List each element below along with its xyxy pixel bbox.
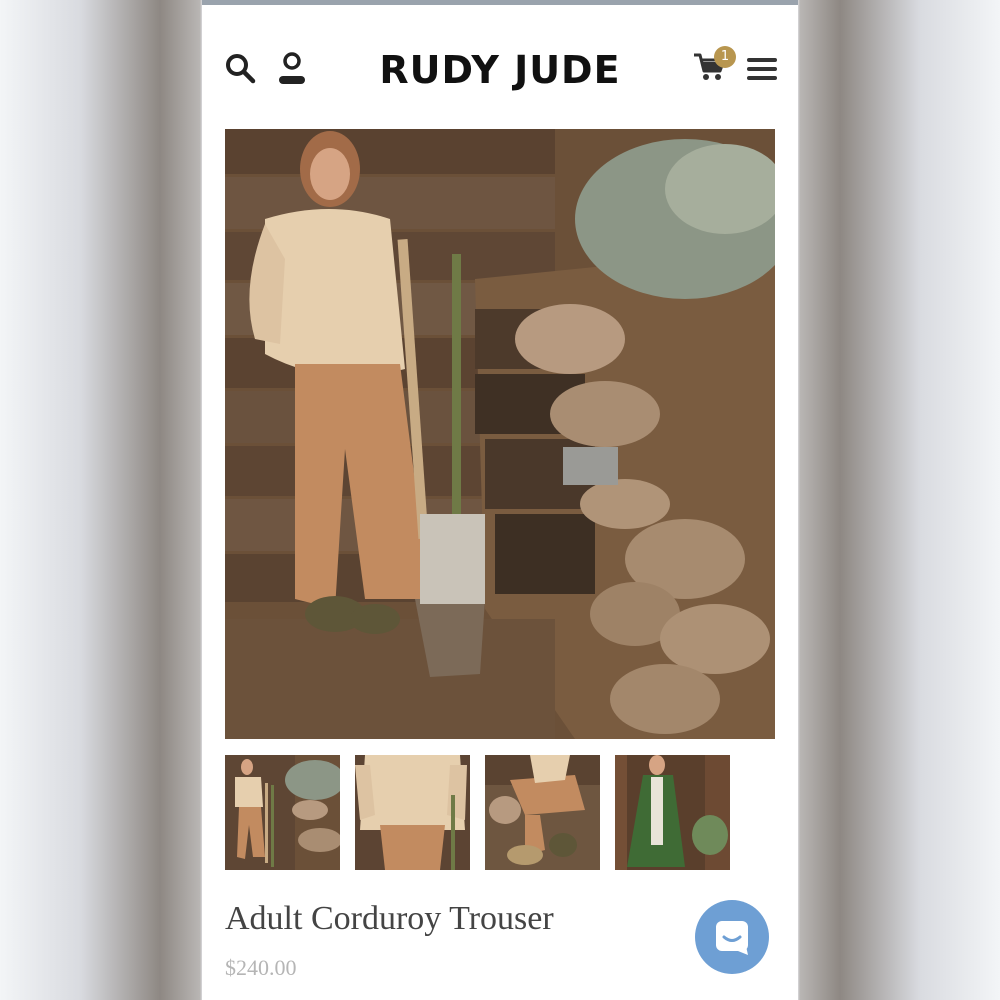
thumbnail-3[interactable]	[485, 755, 600, 870]
menu-icon[interactable]	[746, 55, 778, 83]
search-icon[interactable]	[224, 52, 256, 84]
thumbnail-2[interactable]	[355, 755, 470, 870]
chat-button[interactable]	[695, 900, 769, 974]
thumbnail-4[interactable]	[615, 755, 730, 870]
site-header: RUDY JUDE 1	[202, 5, 798, 125]
brand-logo[interactable]: RUDY JUDE	[372, 47, 628, 93]
product-main-image[interactable]	[225, 129, 775, 739]
product-title: Adult Corduroy Trouser	[225, 900, 554, 937]
account-icon[interactable]	[276, 50, 308, 86]
chat-icon	[716, 921, 748, 955]
product-page: RUDY JUDE 1 Adult Corduroy Trouser $240.…	[202, 0, 798, 1000]
product-price: $240.00	[225, 955, 297, 980]
thumbnail-1[interactable]	[225, 755, 340, 870]
thumbnail-strip	[225, 755, 745, 870]
cart-count-badge: 1	[714, 46, 736, 68]
